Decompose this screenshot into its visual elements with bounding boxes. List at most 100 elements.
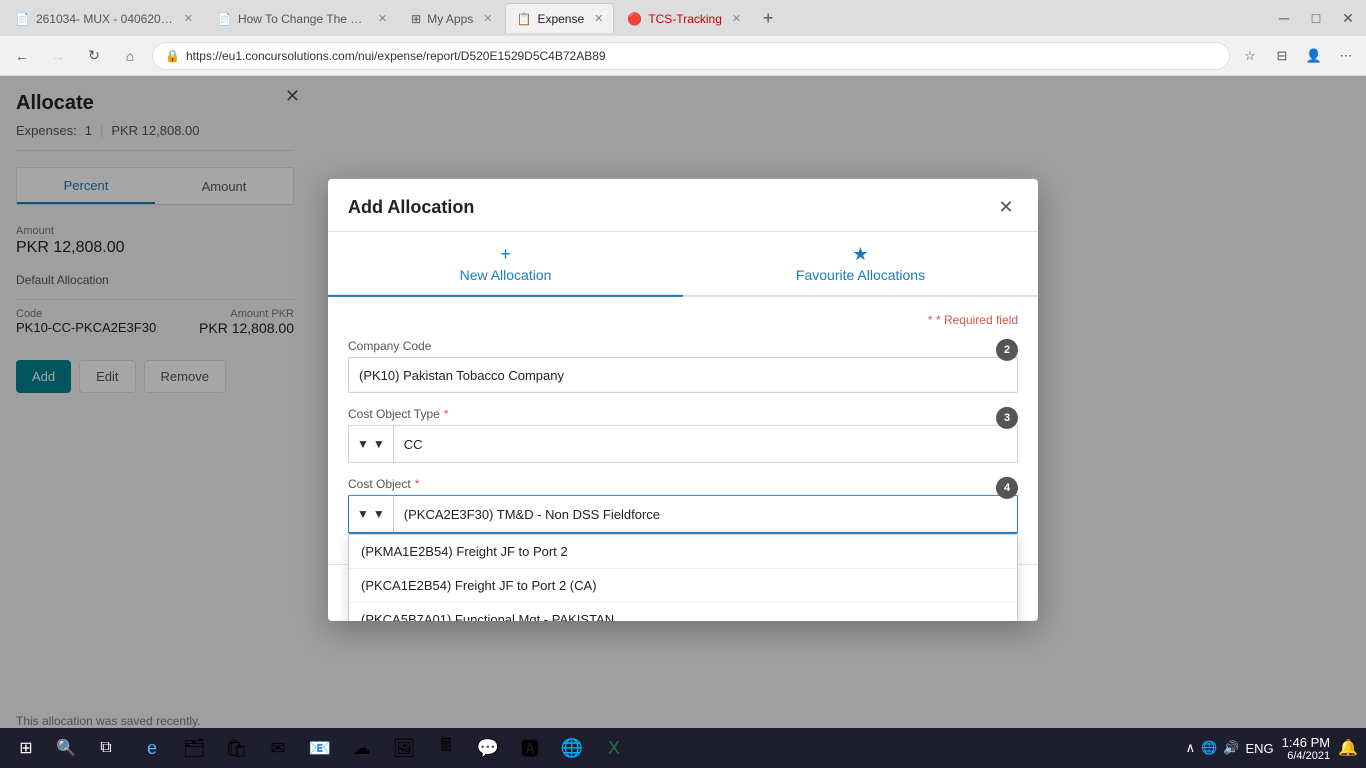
- forward-button[interactable]: →: [44, 42, 72, 70]
- taskbar-photos[interactable]: 🖼: [384, 730, 424, 766]
- cost-object-type-input[interactable]: [394, 426, 1017, 462]
- volume-icon: 🔊: [1223, 740, 1239, 756]
- tab-2-close[interactable]: ✕: [378, 12, 387, 25]
- company-code-field: Company Code 2: [348, 339, 1018, 393]
- modal-header: Add Allocation ✕: [328, 179, 1038, 232]
- company-code-label: Company Code: [348, 339, 1018, 353]
- company-code-input[interactable]: [348, 357, 1018, 393]
- tab-1-icon: 📄: [15, 12, 30, 26]
- address-bar: ← → ↻ ⌂ 🔒 https://eu1.concursolutions.co…: [0, 36, 1366, 76]
- lang-indicator: ENG: [1245, 741, 1273, 756]
- taskbar-calculator[interactable]: 🖩: [426, 730, 466, 766]
- taskbar-edge[interactable]: e: [132, 730, 172, 766]
- network-icon: 🌐: [1201, 740, 1217, 756]
- modal-tabs: + New Allocation ★ Favourite Allocations: [328, 232, 1038, 297]
- tab-2[interactable]: 📄 How To Change The Cost Ce ✕: [206, 3, 398, 33]
- modal-close-button[interactable]: ✕: [994, 195, 1018, 219]
- new-tab-button[interactable]: +: [754, 4, 782, 32]
- taskbar-apps: e 🗂 🛍 ✉ 📧 ☁ 🖼 🖩 💬 🅰 🌐 X: [132, 730, 634, 766]
- chevron-up-icon[interactable]: ∧: [1186, 740, 1196, 756]
- home-button[interactable]: ⌂: [116, 42, 144, 70]
- add-allocation-modal: Add Allocation ✕ + New Allocation ★ Favo…: [328, 179, 1038, 621]
- close-window-button[interactable]: ✕: [1334, 4, 1362, 32]
- cost-object-input[interactable]: [394, 496, 1017, 532]
- cost-object-filter-btn[interactable]: ▼ ▼: [349, 496, 394, 532]
- modal-body: * * Required field Company Code 2 Cost O…: [328, 297, 1038, 564]
- taskbar-outlook[interactable]: 📧: [300, 730, 340, 766]
- settings-icon[interactable]: ⋯: [1334, 44, 1358, 68]
- taskbar-edge2[interactable]: 🌐: [552, 730, 592, 766]
- tab-5-icon: 🔴: [627, 12, 642, 26]
- collection-icon[interactable]: ⊟: [1270, 44, 1294, 68]
- tab-5-close[interactable]: ✕: [732, 12, 741, 25]
- taskbar-clock[interactable]: 1:46 PM 6/4/2021: [1282, 735, 1330, 762]
- cost-object-type-input-row: ▼ ▼: [348, 425, 1018, 463]
- chevron-icon-obj: ▼: [373, 507, 385, 521]
- cost-object-dropdown: (PKMA1E2B54) Freight JF to Port 2 (PKCA1…: [348, 534, 1018, 621]
- chevron-icon-type: ▼: [373, 437, 385, 451]
- tab-3-icon: ⊞: [411, 12, 421, 26]
- taskbar-store[interactable]: 🛍: [216, 730, 256, 766]
- tab-4[interactable]: 📋 Expense ✕: [505, 3, 614, 33]
- cost-object-type-field: Cost Object Type * 3 ▼ ▼: [348, 407, 1018, 463]
- taskbar-tray: ∧ 🌐 🔊 ENG: [1186, 740, 1274, 756]
- cost-object-type-filter-btn[interactable]: ▼ ▼: [349, 426, 394, 462]
- step-4-badge: 4: [996, 477, 1018, 499]
- bookmarks-icon[interactable]: ☆: [1238, 44, 1262, 68]
- tab-1-close[interactable]: ✕: [184, 12, 193, 25]
- taskbar-teams[interactable]: 💬: [468, 730, 508, 766]
- taskbar-onedrive[interactable]: ☁: [342, 730, 382, 766]
- step-3-badge: 3: [996, 407, 1018, 429]
- tab-3-close[interactable]: ✕: [483, 12, 492, 25]
- required-asterisk-type: *: [444, 407, 449, 421]
- url-text: https://eu1.concursolutions.com/nui/expe…: [186, 49, 606, 63]
- tab-1-label: 261034- MUX - 04062021050: [36, 12, 174, 26]
- task-view-button[interactable]: ⧉: [88, 730, 124, 766]
- filter-icon-obj: ▼: [357, 507, 369, 521]
- back-button[interactable]: ←: [8, 42, 36, 70]
- tab-3[interactable]: ⊞ My Apps ✕: [400, 3, 503, 33]
- notification-button[interactable]: 🔔: [1338, 738, 1358, 758]
- required-note: * * Required field: [348, 313, 1018, 327]
- cost-object-input-row: ▼ ▼: [348, 495, 1018, 534]
- start-button[interactable]: ⊞: [8, 730, 44, 766]
- new-allocation-tab-label: New Allocation: [460, 267, 552, 283]
- dropdown-item-0[interactable]: (PKMA1E2B54) Freight JF to Port 2: [349, 535, 1017, 569]
- taskbar-right: ∧ 🌐 🔊 ENG 1:46 PM 6/4/2021 🔔: [1186, 735, 1358, 762]
- tab-4-label: Expense: [537, 12, 584, 26]
- new-allocation-tab[interactable]: + New Allocation: [328, 232, 683, 297]
- tab-5-label: TCS-Tracking: [648, 12, 722, 26]
- browser-toolbar: ☆ ⊟ 👤 ⋯: [1238, 44, 1358, 68]
- taskbar-explorer[interactable]: 🗂: [174, 730, 214, 766]
- step-2-badge: 2: [996, 339, 1018, 361]
- favourite-tab-label: Favourite Allocations: [796, 267, 925, 283]
- tab-1[interactable]: 📄 261034- MUX - 04062021050 ✕: [4, 3, 204, 33]
- browser-chrome: 📄 261034- MUX - 04062021050 ✕ 📄 How To C…: [0, 0, 1366, 77]
- lock-icon: 🔒: [165, 49, 180, 63]
- required-asterisk-object: *: [415, 477, 420, 491]
- cost-object-field: Cost Object * 4 ▼ ▼ (PKMA1E2B54) Freight…: [348, 477, 1018, 534]
- plus-icon: +: [500, 244, 511, 265]
- minimize-button[interactable]: ─: [1270, 4, 1298, 32]
- tab-3-label: My Apps: [427, 12, 473, 26]
- taskbar-access[interactable]: 🅰: [510, 730, 550, 766]
- tab-4-close[interactable]: ✕: [594, 12, 603, 25]
- url-bar[interactable]: 🔒 https://eu1.concursolutions.com/nui/ex…: [152, 42, 1230, 70]
- cost-object-type-label: Cost Object Type *: [348, 407, 1018, 421]
- dropdown-item-1[interactable]: (PKCA1E2B54) Freight JF to Port 2 (CA): [349, 569, 1017, 603]
- taskbar-mail[interactable]: ✉: [258, 730, 298, 766]
- search-button[interactable]: 🔍: [48, 730, 84, 766]
- filter-icon-type: ▼: [357, 437, 369, 451]
- favourite-allocations-tab[interactable]: ★ Favourite Allocations: [683, 232, 1038, 297]
- profile-icon[interactable]: 👤: [1302, 44, 1326, 68]
- maximize-button[interactable]: □: [1302, 4, 1330, 32]
- app-background: ✕ Allocate Expenses: 1 | PKR 12,808.00 P…: [0, 76, 1366, 768]
- tab-5[interactable]: 🔴 TCS-Tracking ✕: [616, 3, 752, 33]
- dropdown-item-2[interactable]: (PKCA5B7A01) Functional Mgt - PAKISTAN: [349, 603, 1017, 621]
- tab-2-icon: 📄: [217, 12, 232, 26]
- tab-2-label: How To Change The Cost Ce: [238, 12, 368, 26]
- taskbar-excel[interactable]: X: [594, 730, 634, 766]
- cost-object-label: Cost Object *: [348, 477, 1018, 491]
- taskbar: ⊞ 🔍 ⧉ e 🗂 🛍 ✉ 📧 ☁ 🖼 🖩 💬 🅰 🌐 X ∧ 🌐 🔊 ENG …: [0, 728, 1366, 768]
- reload-button[interactable]: ↻: [80, 42, 108, 70]
